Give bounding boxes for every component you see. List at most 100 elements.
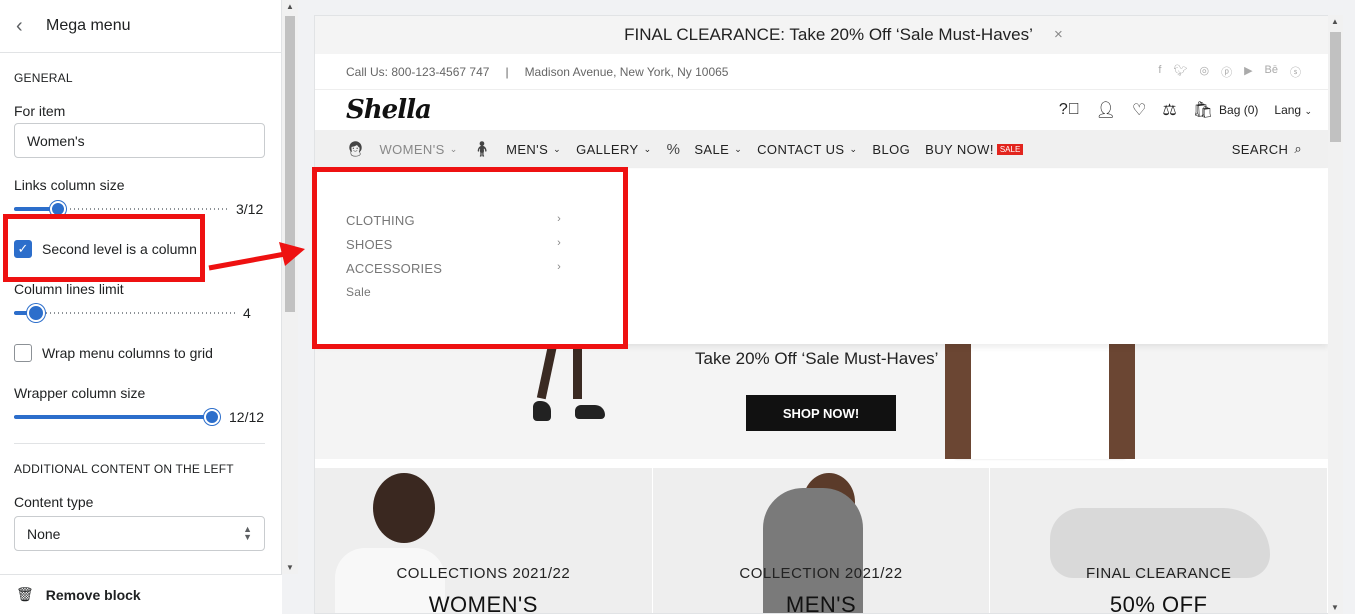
column-lines-limit-label: Column lines limit bbox=[14, 281, 124, 297]
slider-fill bbox=[14, 415, 212, 419]
category-kicker: COLLECTIONS 2021/22 bbox=[396, 565, 571, 582]
additional-content-heading: ADDITIONAL CONTENT ON THE LEFT bbox=[14, 462, 234, 476]
sneaker-image bbox=[533, 401, 551, 421]
remove-block-button[interactable]: 🗑 Remove block bbox=[0, 574, 282, 614]
remove-block-label: Remove block bbox=[45, 586, 141, 603]
sneaker-image bbox=[575, 405, 605, 419]
men-icon: 🧍︎ bbox=[472, 141, 493, 158]
nav-mens-label: MEN'S bbox=[506, 141, 549, 157]
scrollbar-thumb[interactable] bbox=[1330, 32, 1341, 142]
search-icon: ⌕ bbox=[1294, 141, 1302, 156]
lang-selector[interactable]: Lang ⌄ bbox=[1274, 103, 1312, 117]
top-info-bar: Call Us: 800-123-4567 747 | Madison Aven… bbox=[315, 54, 1342, 90]
chevron-down-icon: ⌄ bbox=[734, 143, 743, 154]
general-heading: GENERAL bbox=[14, 71, 73, 85]
content-type-label: Content type bbox=[14, 494, 94, 510]
wrapper-column-size-slider[interactable] bbox=[14, 409, 220, 425]
twitter-icon[interactable]: 🐦︎ bbox=[1173, 64, 1187, 80]
category-title: MEN'S bbox=[785, 592, 857, 614]
select-arrows-icon: ▲ ▼ bbox=[243, 524, 252, 542]
panel-header: ‹ Mega menu bbox=[0, 0, 281, 53]
annotation-arrow-icon bbox=[208, 242, 305, 271]
search-label: SEARCH bbox=[1231, 141, 1289, 157]
facebook-icon[interactable]: f bbox=[1158, 64, 1161, 80]
instagram-icon[interactable]: ◎ bbox=[1199, 64, 1209, 80]
wrap-columns-label: Wrap menu columns to grid bbox=[42, 345, 213, 361]
women-icon: 👩︎ bbox=[346, 141, 366, 158]
store-header: Shella ?⃝ 👤︎ ♡ ⚖ 🛍︎ Bag (0) Lang ⌄ bbox=[315, 90, 1342, 130]
bag-label[interactable]: Bag (0) bbox=[1219, 103, 1258, 117]
panel-title: Mega menu bbox=[46, 17, 131, 34]
slider-thumb[interactable] bbox=[204, 409, 220, 425]
column-lines-limit-value: 4 bbox=[243, 305, 251, 321]
nav-blog[interactable]: BLOG bbox=[872, 142, 910, 157]
announcement-text: FINAL CLEARANCE: Take 20% Off ‘Sale Must… bbox=[624, 25, 1033, 44]
social-icons: f 🐦︎ ◎ ⓟ ▶ Bē ⓢ bbox=[1158, 64, 1301, 80]
category-womens[interactable]: COLLECTIONS 2021/22 WOMEN'S bbox=[315, 468, 653, 614]
store-logo[interactable]: Shella bbox=[346, 95, 432, 125]
nav-contact-label: CONTACT US bbox=[757, 141, 845, 157]
chevron-down-icon: ⌄ bbox=[849, 143, 858, 154]
for-item-label: For item bbox=[14, 103, 66, 119]
category-kicker: COLLECTION 2021/22 bbox=[739, 565, 903, 582]
compare-icon[interactable]: ⚖ bbox=[1162, 100, 1176, 120]
scroll-down-icon[interactable]: ▼ bbox=[1331, 603, 1339, 612]
wishlist-icon[interactable]: ♡ bbox=[1132, 100, 1146, 120]
annotation-box-checkbox bbox=[3, 214, 205, 282]
phone-text: Call Us: 800-123-4567 747 bbox=[346, 64, 490, 79]
chevron-down-icon: ⌄ bbox=[1304, 106, 1312, 116]
column-lines-limit-slider[interactable] bbox=[14, 304, 238, 322]
content-type-select[interactable]: None ▲ ▼ bbox=[14, 516, 265, 551]
scroll-down-icon[interactable]: ▼ bbox=[286, 563, 294, 572]
scroll-up-icon[interactable]: ▲ bbox=[1331, 17, 1339, 26]
wrapper-column-size-value: 12/12 bbox=[229, 409, 265, 425]
percent-icon: % bbox=[666, 140, 681, 158]
chevron-down-icon: ⌄ bbox=[553, 143, 562, 154]
main-nav: 👩︎ WOMEN'S ⌄ 🧍︎ MEN'S ⌄ GALLERY ⌄ % SALE ⌄ C… bbox=[315, 130, 1342, 168]
chevron-down-icon: ⌄ bbox=[449, 143, 458, 154]
chevron-down-icon: ⌄ bbox=[643, 143, 652, 154]
nav-search[interactable]: SEARCH ⌕ bbox=[1232, 141, 1302, 157]
nav-gallery[interactable]: GALLERY ⌄ bbox=[576, 142, 652, 157]
nav-sale[interactable]: SALE ⌄ bbox=[694, 142, 742, 157]
nav-contact[interactable]: CONTACT US ⌄ bbox=[757, 142, 857, 157]
trash-icon: 🗑 bbox=[16, 586, 34, 602]
slider-thumb[interactable] bbox=[27, 304, 45, 322]
category-title: WOMEN'S bbox=[428, 592, 538, 614]
category-clearance[interactable]: FINAL CLEARANCE 50% OFF bbox=[990, 468, 1329, 614]
content-type-value: None bbox=[27, 525, 61, 542]
pinterest-icon[interactable]: ⓟ bbox=[1221, 64, 1232, 80]
close-icon[interactable]: × bbox=[1054, 26, 1063, 43]
nav-mens[interactable]: MEN'S ⌄ bbox=[506, 142, 561, 157]
category-tiles: COLLECTIONS 2021/22 WOMEN'S COLLECTION 2… bbox=[315, 468, 1329, 614]
skype-icon[interactable]: ⓢ bbox=[1290, 64, 1301, 80]
announcement-bar: FINAL CLEARANCE: Take 20% Off ‘Sale Must… bbox=[315, 16, 1342, 54]
panel-scrollbar[interactable]: ▲ ▼ bbox=[282, 0, 298, 574]
category-mens[interactable]: COLLECTION 2021/22 MEN'S bbox=[652, 468, 991, 614]
nav-sale-label: SALE bbox=[694, 141, 730, 157]
category-title: 50% OFF bbox=[1109, 592, 1208, 614]
back-arrow-icon[interactable]: ‹ bbox=[16, 16, 46, 36]
separator: | bbox=[505, 64, 509, 79]
nav-gallery-label: GALLERY bbox=[576, 141, 639, 157]
for-item-field[interactable]: Women's bbox=[14, 123, 265, 158]
arrow-head bbox=[279, 242, 305, 266]
model-image bbox=[373, 473, 435, 543]
nav-buy-now[interactable]: BUY NOW! SALE bbox=[925, 142, 1024, 157]
header-icons: ?⃝ 👤︎ ♡ ⚖ 🛍︎ Bag (0) Lang ⌄ bbox=[1059, 100, 1312, 120]
nav-womens[interactable]: WOMEN'S ⌄ bbox=[379, 142, 457, 157]
links-column-size-label: Links column size bbox=[14, 177, 125, 193]
account-icon[interactable]: 👤︎ bbox=[1096, 100, 1116, 120]
help-icon[interactable]: ?⃝ bbox=[1059, 101, 1080, 119]
address-text: Madison Avenue, New York, Ny 10065 bbox=[524, 64, 729, 79]
model-arm bbox=[945, 339, 971, 459]
arrow-shaft bbox=[208, 251, 286, 271]
wrap-columns-checkbox[interactable] bbox=[14, 344, 32, 362]
youtube-icon[interactable]: ▶ bbox=[1244, 64, 1252, 80]
bag-icon[interactable]: 🛍︎ bbox=[1193, 100, 1213, 120]
shop-now-button[interactable]: SHOP NOW! bbox=[746, 395, 896, 431]
scroll-up-icon[interactable]: ▲ bbox=[286, 2, 294, 11]
preview-scrollbar[interactable]: ▲ ▼ bbox=[1328, 15, 1343, 614]
section-divider bbox=[14, 443, 265, 444]
behance-icon[interactable]: Bē bbox=[1265, 64, 1278, 80]
